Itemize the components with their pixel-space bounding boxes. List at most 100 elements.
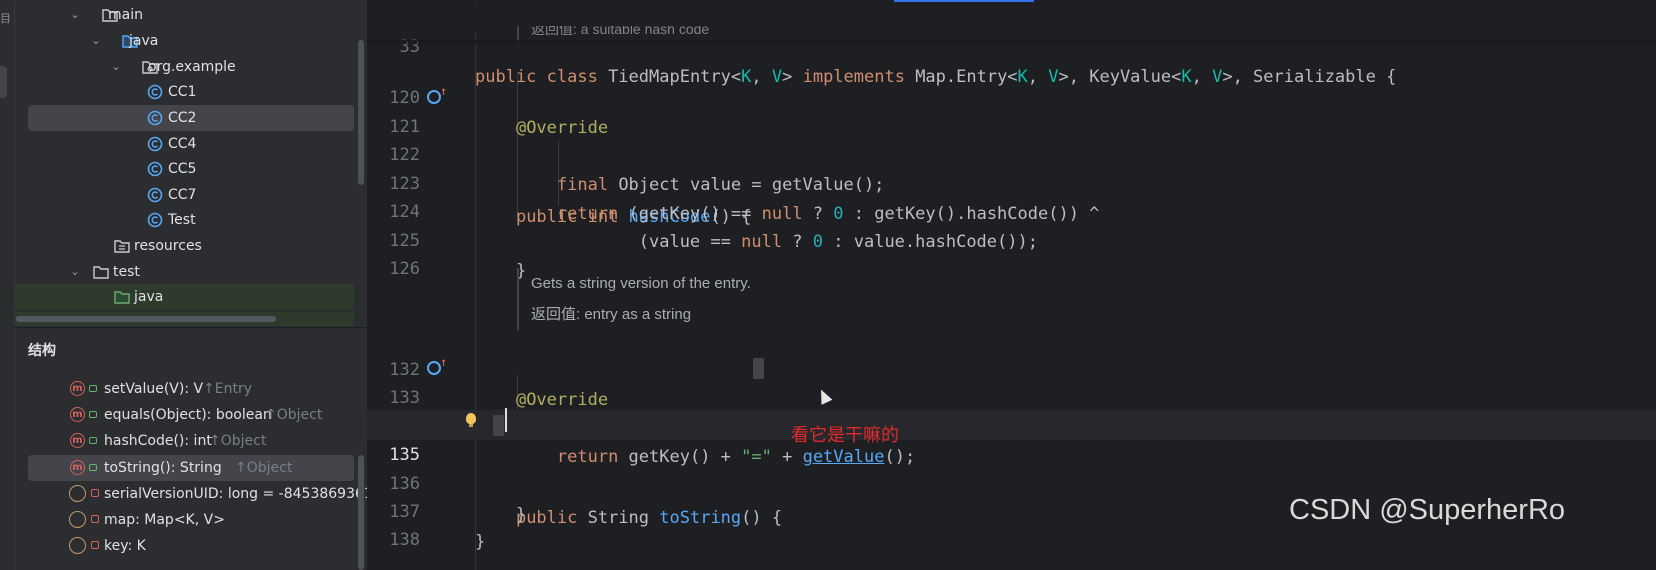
method-icon: m: [70, 407, 85, 422]
test-source-folder-icon: [114, 291, 130, 304]
structure-item-hashcode[interactable]: m hashCode(): int ↑Object: [14, 428, 354, 454]
class-icon: [147, 212, 163, 228]
structure-panel-title: 结构: [28, 343, 56, 359]
structure-item-label: toString(): String: [104, 460, 222, 476]
lightbulb-icon[interactable]: [466, 413, 476, 427]
code-line-133[interactable]: 133 ↑ public String toString() {: [367, 353, 1656, 528]
line-number: 138: [389, 530, 420, 550]
class-icon: [147, 136, 163, 152]
code-line-122[interactable]: 122 final Object value = getValue();: [367, 110, 1656, 195]
structure-item-label: map: Map<K, V>: [104, 512, 225, 528]
structure-item-label: setValue(V): V: [104, 381, 204, 397]
override-arrow-icon: ↑: [440, 355, 448, 369]
private-access-icon: [91, 541, 99, 549]
code-line-132[interactable]: 132 @Override: [367, 325, 1656, 410]
structure-item-serialversionuid[interactable]: serialVersionUID: long = -84538693613738…: [14, 481, 367, 507]
tree-item-cc7[interactable]: CC7: [14, 182, 354, 208]
tree-item-cc1[interactable]: CC1: [14, 79, 354, 105]
tree-item-test[interactable]: ⌄ test: [14, 259, 354, 285]
field-icon: [69, 485, 86, 502]
sticky-shadow: [367, 40, 1656, 46]
tree-item-label: CC7: [168, 187, 197, 203]
structure-scrollbar[interactable]: [358, 455, 364, 570]
field-icon: [69, 537, 86, 554]
override-arrow-icon: ↑: [440, 84, 448, 98]
tree-item-label: resources: [134, 238, 202, 254]
chevron-down-icon[interactable]: ⌄: [109, 54, 123, 80]
scrollbar-thumb[interactable]: [16, 316, 276, 322]
code-line-123[interactable]: 123 return (getKey() == null ? 0 : getKe…: [367, 139, 1656, 224]
private-access-icon: [91, 489, 99, 497]
chevron-down-icon[interactable]: ⌄: [68, 259, 82, 285]
annotation-note: 看它是干嘛的: [791, 425, 899, 446]
structure-item-label: hashCode(): int: [104, 433, 212, 449]
folder-icon: [93, 266, 109, 279]
brace-match-highlight: [493, 415, 504, 436]
code-text: }: [475, 532, 486, 552]
tree-item-label: CC1: [168, 84, 197, 100]
tree-item-label: CC5: [168, 161, 197, 177]
structure-item-inherit: ↑Entry: [203, 381, 252, 397]
tree-item-main[interactable]: ⌄ main: [14, 2, 354, 28]
code-line-125[interactable]: 125 }: [367, 196, 1656, 281]
structure-item-setvalue[interactable]: m setValue(V): V ↑Entry: [14, 376, 354, 402]
class-icon: [147, 161, 163, 177]
tree-scrollbar[interactable]: [358, 40, 364, 185]
structure-item-inherit: ↑Object: [265, 407, 323, 423]
project-panel: 目 ⌄ main ⌄ java ⌄ org.example CC1 CC2 CC…: [0, 0, 367, 570]
method-icon: m: [70, 460, 85, 475]
code-line-124[interactable]: 124 (value == null ? 0 : value.hashCode(…: [367, 167, 1656, 252]
tree-item-org-example[interactable]: ⌄ org.example: [14, 54, 354, 80]
tree-item-test-class[interactable]: Test: [14, 207, 354, 233]
tree-item-label: java: [129, 33, 159, 49]
tree-item-label: test: [113, 264, 140, 280]
code-line-137[interactable]: 137 }: [367, 467, 1656, 552]
method-icon: m: [70, 433, 85, 448]
code-line-135[interactable]: 135 }: [367, 410, 1656, 525]
panel-divider[interactable]: [14, 327, 367, 328]
structure-item-equals[interactable]: m equals(Object): boolean ↑Object: [14, 402, 354, 428]
line-number: 126: [389, 259, 420, 279]
private-access-icon: [91, 515, 99, 523]
rendered-javadoc[interactable]: Gets a string version of the entry. 返回值:…: [517, 268, 1231, 330]
class-icon: [147, 84, 163, 100]
tree-item-java[interactable]: ⌄ java: [14, 28, 354, 54]
chevron-down-icon[interactable]: ⌄: [68, 2, 82, 28]
structure-item-map[interactable]: map: Map<K, V>: [14, 507, 354, 533]
field-icon: [69, 511, 86, 528]
structure-item-key[interactable]: key: K: [14, 533, 354, 559]
class-icon: [147, 187, 163, 203]
tree-item-cc4[interactable]: CC4: [14, 131, 354, 157]
override-gutter-icon[interactable]: [427, 90, 441, 104]
method-icon: m: [70, 381, 85, 396]
tree-horizontal-scrollbar[interactable]: [14, 312, 354, 326]
tree-item-label: org.example: [148, 59, 236, 75]
brace-match-highlight: [753, 358, 764, 379]
tool-window-button[interactable]: [0, 66, 7, 98]
tool-window-strip: 目: [0, 0, 15, 570]
tree-item-resources[interactable]: resources: [14, 233, 354, 259]
structure-item-inherit: ↑Object: [209, 433, 267, 449]
tree-item-cc5[interactable]: CC5: [14, 156, 354, 182]
tree-item-test-java[interactable]: java: [14, 284, 354, 310]
tree-item-label: CC4: [168, 136, 197, 152]
public-access-icon: [89, 464, 97, 471]
javadoc-summary: Gets a string version of the entry.: [531, 275, 751, 292]
override-gutter-icon[interactable]: [427, 361, 441, 375]
tree-item-cc2[interactable]: CC2: [28, 105, 354, 131]
code-line-126[interactable]: 126: [367, 224, 1656, 279]
text-caret: [505, 408, 507, 432]
chevron-down-icon[interactable]: ⌄: [89, 28, 103, 54]
class-icon: [147, 110, 163, 126]
code-line-121[interactable]: 121 ↑ public int hashCode() {: [367, 82, 1656, 227]
structure-item-tostring[interactable]: m toString(): String ↑Object: [28, 455, 354, 481]
public-access-icon: [89, 385, 97, 392]
code-editor[interactable]: 33 public class TiedMapEntry<K, V> imple…: [367, 0, 1656, 570]
tool-window-glyph: 目: [0, 12, 11, 25]
structure-item-label: equals(Object): boolean: [104, 407, 272, 423]
code-line-134[interactable]: 134 return getKey() + "=" + getValue();: [367, 382, 1656, 467]
structure-item-label: serialVersionUID: long = -84538693613738…: [104, 486, 367, 502]
public-access-icon: [89, 437, 97, 444]
code-line-136[interactable]: 136: [367, 439, 1656, 494]
code-line-120[interactable]: 120 @Override: [367, 53, 1656, 138]
